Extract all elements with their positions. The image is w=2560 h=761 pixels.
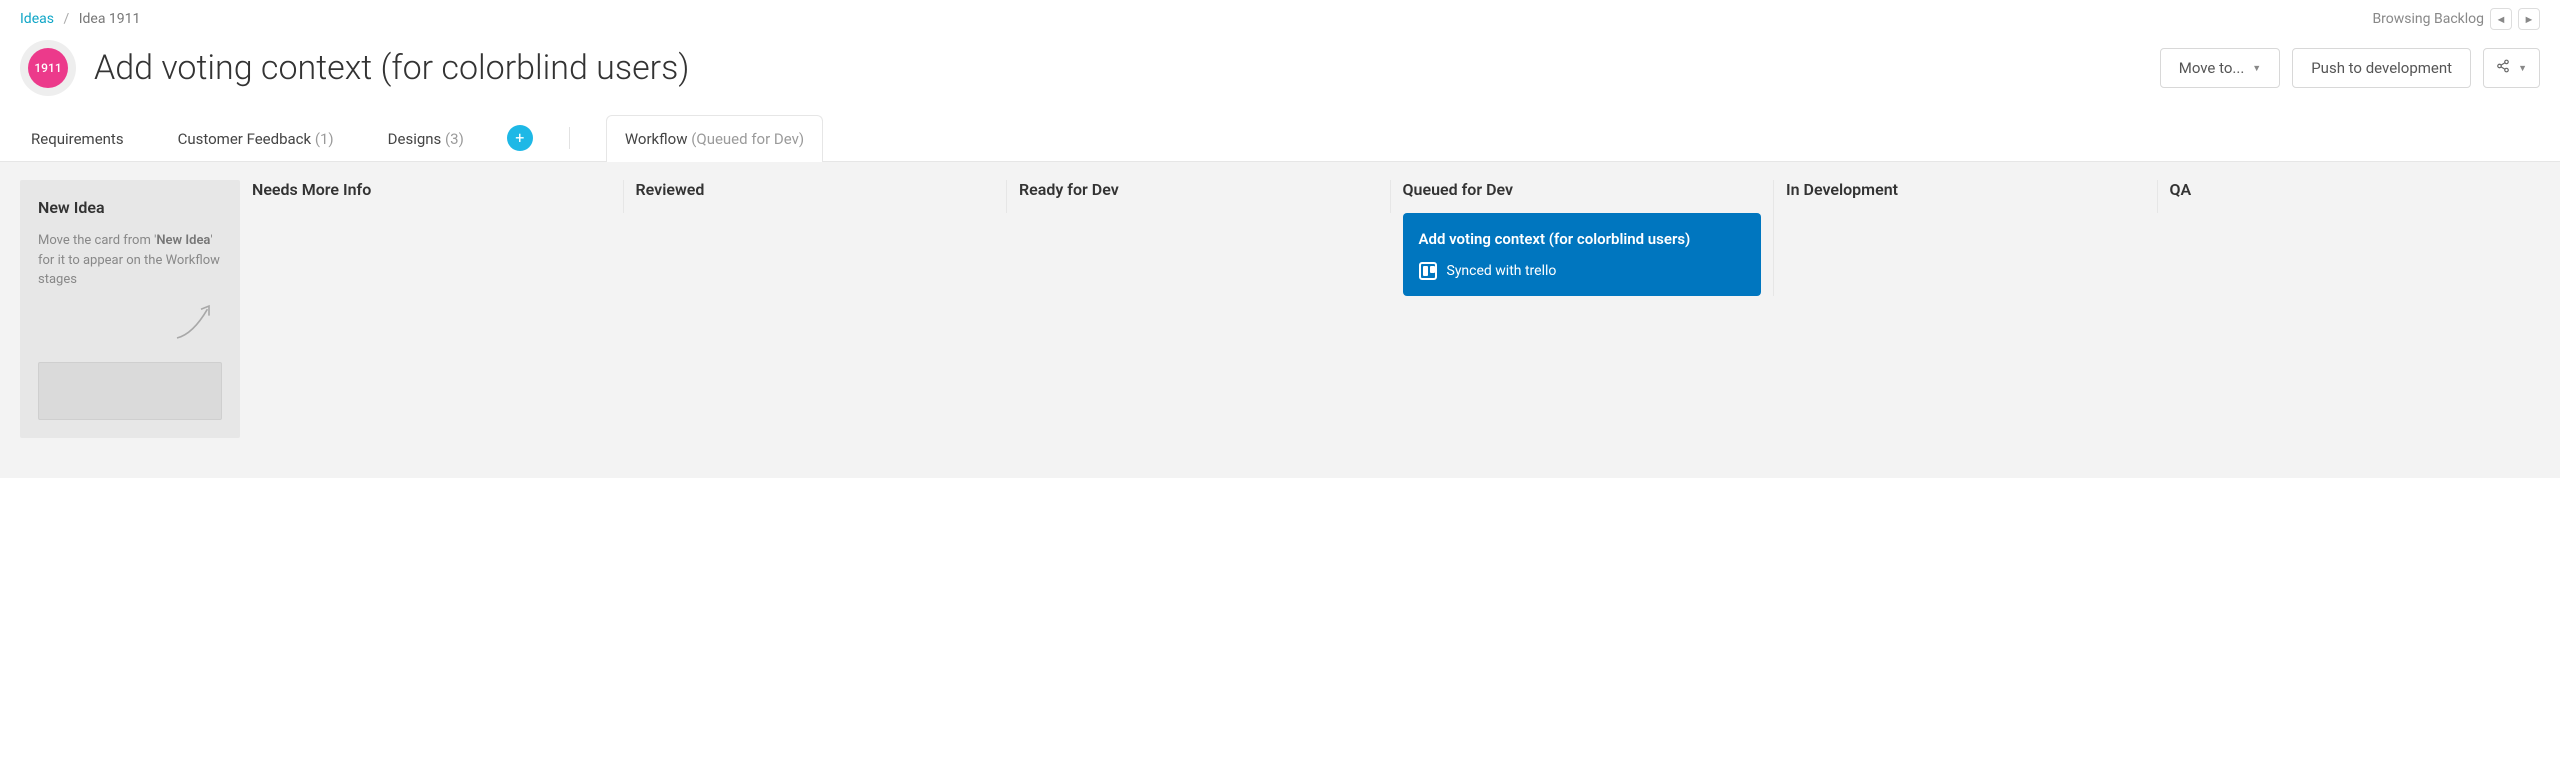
column-in-development: In Development [1786,180,2158,213]
column-new-idea: New Idea Move the card from 'New Idea' f… [20,180,240,438]
column-reviewed: Reviewed [636,180,1008,213]
caret-down-icon: ▼ [2518,63,2527,74]
column-header: Needs More Info [252,180,611,199]
browsing-prev-button[interactable]: ◄ [2490,8,2512,30]
card-title: Add voting context (for colorblind users… [1419,229,1746,250]
tab-label: Customer Feedback [178,130,312,148]
column-header: Queued for Dev [1403,180,1762,199]
tab-workflow[interactable]: Workflow (Queued for Dev) [606,115,823,162]
idea-badge: 1911 [28,48,68,88]
column-header: New Idea [38,198,222,217]
breadcrumb: Ideas / Idea 1911 [20,11,140,27]
tabs: Requirements Customer Feedback (1) Desig… [0,114,2560,162]
placeholder-card[interactable] [38,362,222,420]
tab-count: (1) [315,130,334,148]
move-to-label: Move to... [2179,59,2245,77]
arrow-icon [168,298,218,346]
browsing-next-button[interactable]: ► [2518,8,2540,30]
caret-down-icon: ▼ [2252,63,2261,74]
tab-label: Workflow [625,130,688,148]
column-queued-for-dev: Queued for Dev Add voting context (for c… [1403,180,1775,296]
browsing-backlog-nav: Browsing Backlog ◄ ► [2372,8,2540,30]
move-to-button[interactable]: Move to... ▼ [2160,48,2281,88]
tab-label: Designs [388,130,442,148]
push-dev-label: Push to development [2311,59,2452,77]
tab-label: Requirements [31,130,124,148]
browsing-label: Browsing Backlog [2372,11,2484,27]
column-header: QA [2170,180,2529,199]
column-needs-more-info: Needs More Info [252,180,624,213]
new-idea-description: Move the card from 'New Idea' for it to … [38,231,222,290]
plus-icon: + [515,128,524,147]
column-ready-for-dev: Ready for Dev [1019,180,1391,213]
workflow-board: New Idea Move the card from 'New Idea' f… [0,162,2560,478]
column-header: Ready for Dev [1019,180,1378,199]
column-qa: QA [2170,180,2541,213]
tab-customer-feedback[interactable]: Customer Feedback (1) [167,115,345,162]
idea-card[interactable]: Add voting context (for colorblind users… [1403,213,1762,296]
breadcrumb-root-link[interactable]: Ideas [20,11,54,27]
card-sync-label: Synced with trello [1447,263,1557,279]
chevron-left-icon: ◄ [2496,13,2507,26]
share-button[interactable]: ▼ [2483,48,2540,88]
chevron-right-icon: ► [2524,13,2535,26]
card-sync-status: Synced with trello [1419,262,1746,280]
trello-icon [1419,262,1437,280]
share-icon [2496,59,2510,77]
tab-requirements[interactable]: Requirements [20,115,135,162]
tab-designs[interactable]: Designs (3) [377,115,475,162]
breadcrumb-current: Idea 1911 [79,11,141,27]
column-header: In Development [1786,180,2145,199]
tab-divider [569,127,570,149]
add-tab-button[interactable]: + [507,125,533,151]
page-title: Add voting context (for colorblind users… [94,48,689,88]
breadcrumb-separator: / [63,11,69,27]
push-to-development-button[interactable]: Push to development [2292,48,2471,88]
tab-workflow-state: (Queued for Dev) [691,130,804,148]
tab-count: (3) [445,130,464,148]
idea-badge-wrap: 1911 [20,40,76,96]
column-header: Reviewed [636,180,995,199]
